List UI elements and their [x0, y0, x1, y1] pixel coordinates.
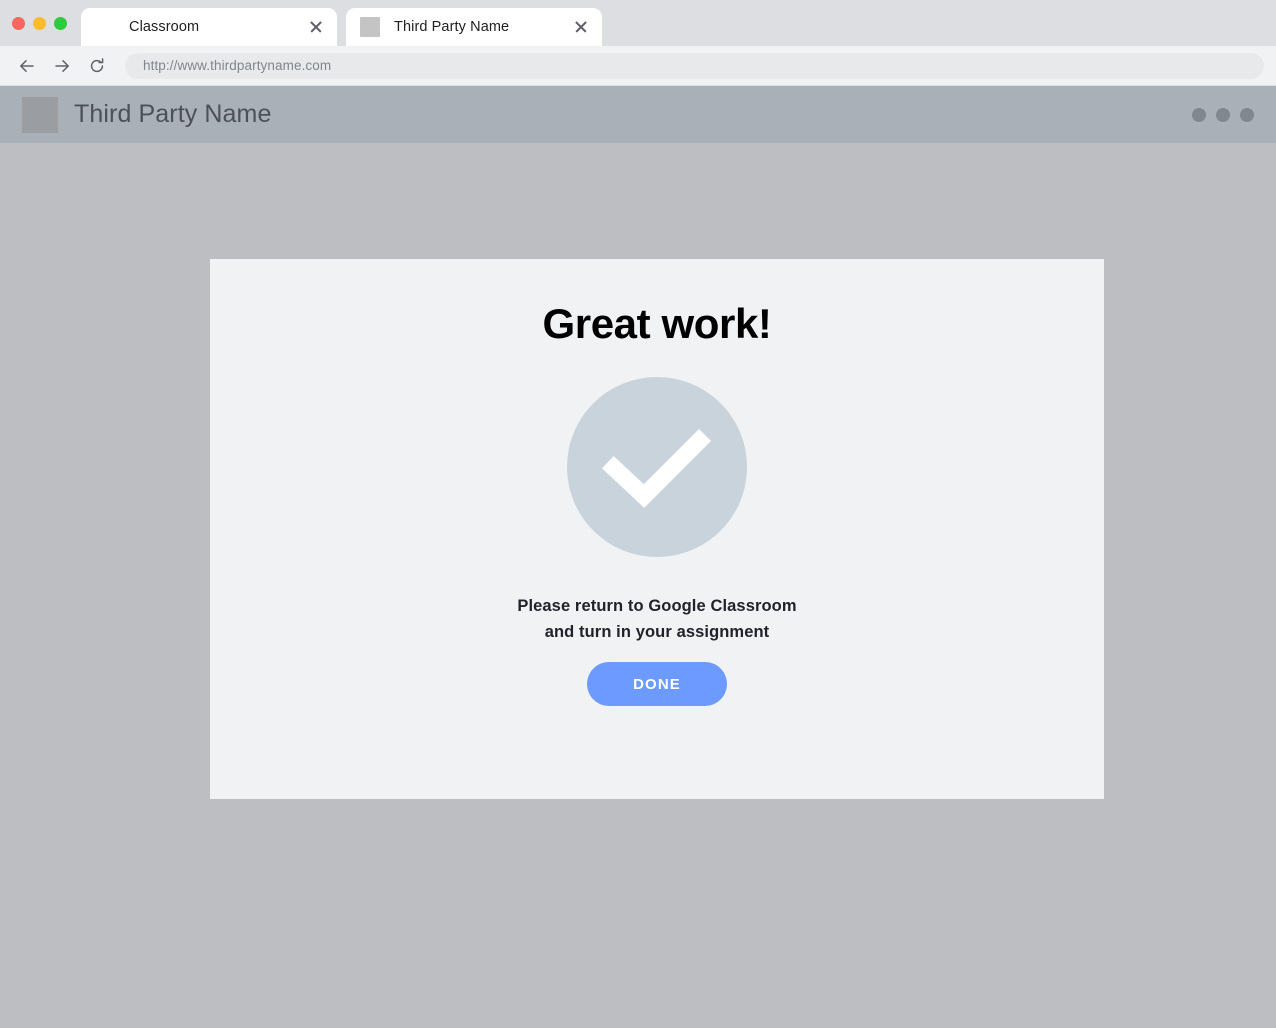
page-content: Great work! Please return to Google Clas… — [0, 143, 1276, 1028]
back-button[interactable] — [12, 51, 42, 81]
forward-button[interactable] — [47, 51, 77, 81]
reload-icon — [90, 57, 104, 72]
completion-card: Great work! Please return to Google Clas… — [210, 259, 1104, 799]
browser-window: Classroom Third Party Name http://www.th… — [0, 0, 1276, 1028]
address-bar[interactable]: http://www.thirdpartyname.com — [125, 52, 1264, 79]
reload-button[interactable] — [82, 51, 112, 81]
close-icon[interactable] — [307, 18, 325, 36]
placeholder-square-logo — [22, 96, 58, 133]
page-title: Great work! — [542, 300, 772, 347]
maximize-window-button[interactable] — [54, 16, 67, 30]
close-icon[interactable] — [572, 18, 590, 36]
tab-third-party-name[interactable]: Third Party Name — [346, 8, 602, 46]
arrow-left-icon — [20, 59, 34, 72]
tab-classroom[interactable]: Classroom — [81, 8, 337, 46]
browser-toolbar: http://www.thirdpartyname.com — [0, 46, 1276, 86]
close-window-button[interactable] — [12, 16, 25, 30]
checkmark-circle-icon — [567, 377, 747, 557]
google-classroom-icon — [89, 17, 115, 37]
done-button[interactable]: DONE — [587, 662, 727, 706]
window-controls — [0, 0, 81, 46]
minimize-window-button[interactable] — [33, 16, 46, 30]
instruction-line-1: Please return to Google Classroom — [517, 597, 797, 615]
tab-list: Classroom Third Party Name — [81, 0, 602, 46]
arrow-right-icon — [55, 59, 69, 72]
url-text: http://www.thirdpartyname.com — [143, 58, 332, 73]
tab-title: Classroom — [129, 19, 200, 35]
tab-title: Third Party Name — [394, 19, 510, 35]
site-title: Third Party Name — [74, 100, 272, 128]
instruction-text: Please return to Google Classroom and tu… — [517, 593, 796, 645]
three-dots-icon[interactable] — [1192, 107, 1254, 122]
placeholder-square-icon — [360, 17, 380, 37]
tab-strip: Classroom Third Party Name — [0, 0, 1276, 46]
site-header: Third Party Name — [0, 86, 1276, 143]
instruction-line-2: and turn in your assignment — [544, 623, 770, 641]
